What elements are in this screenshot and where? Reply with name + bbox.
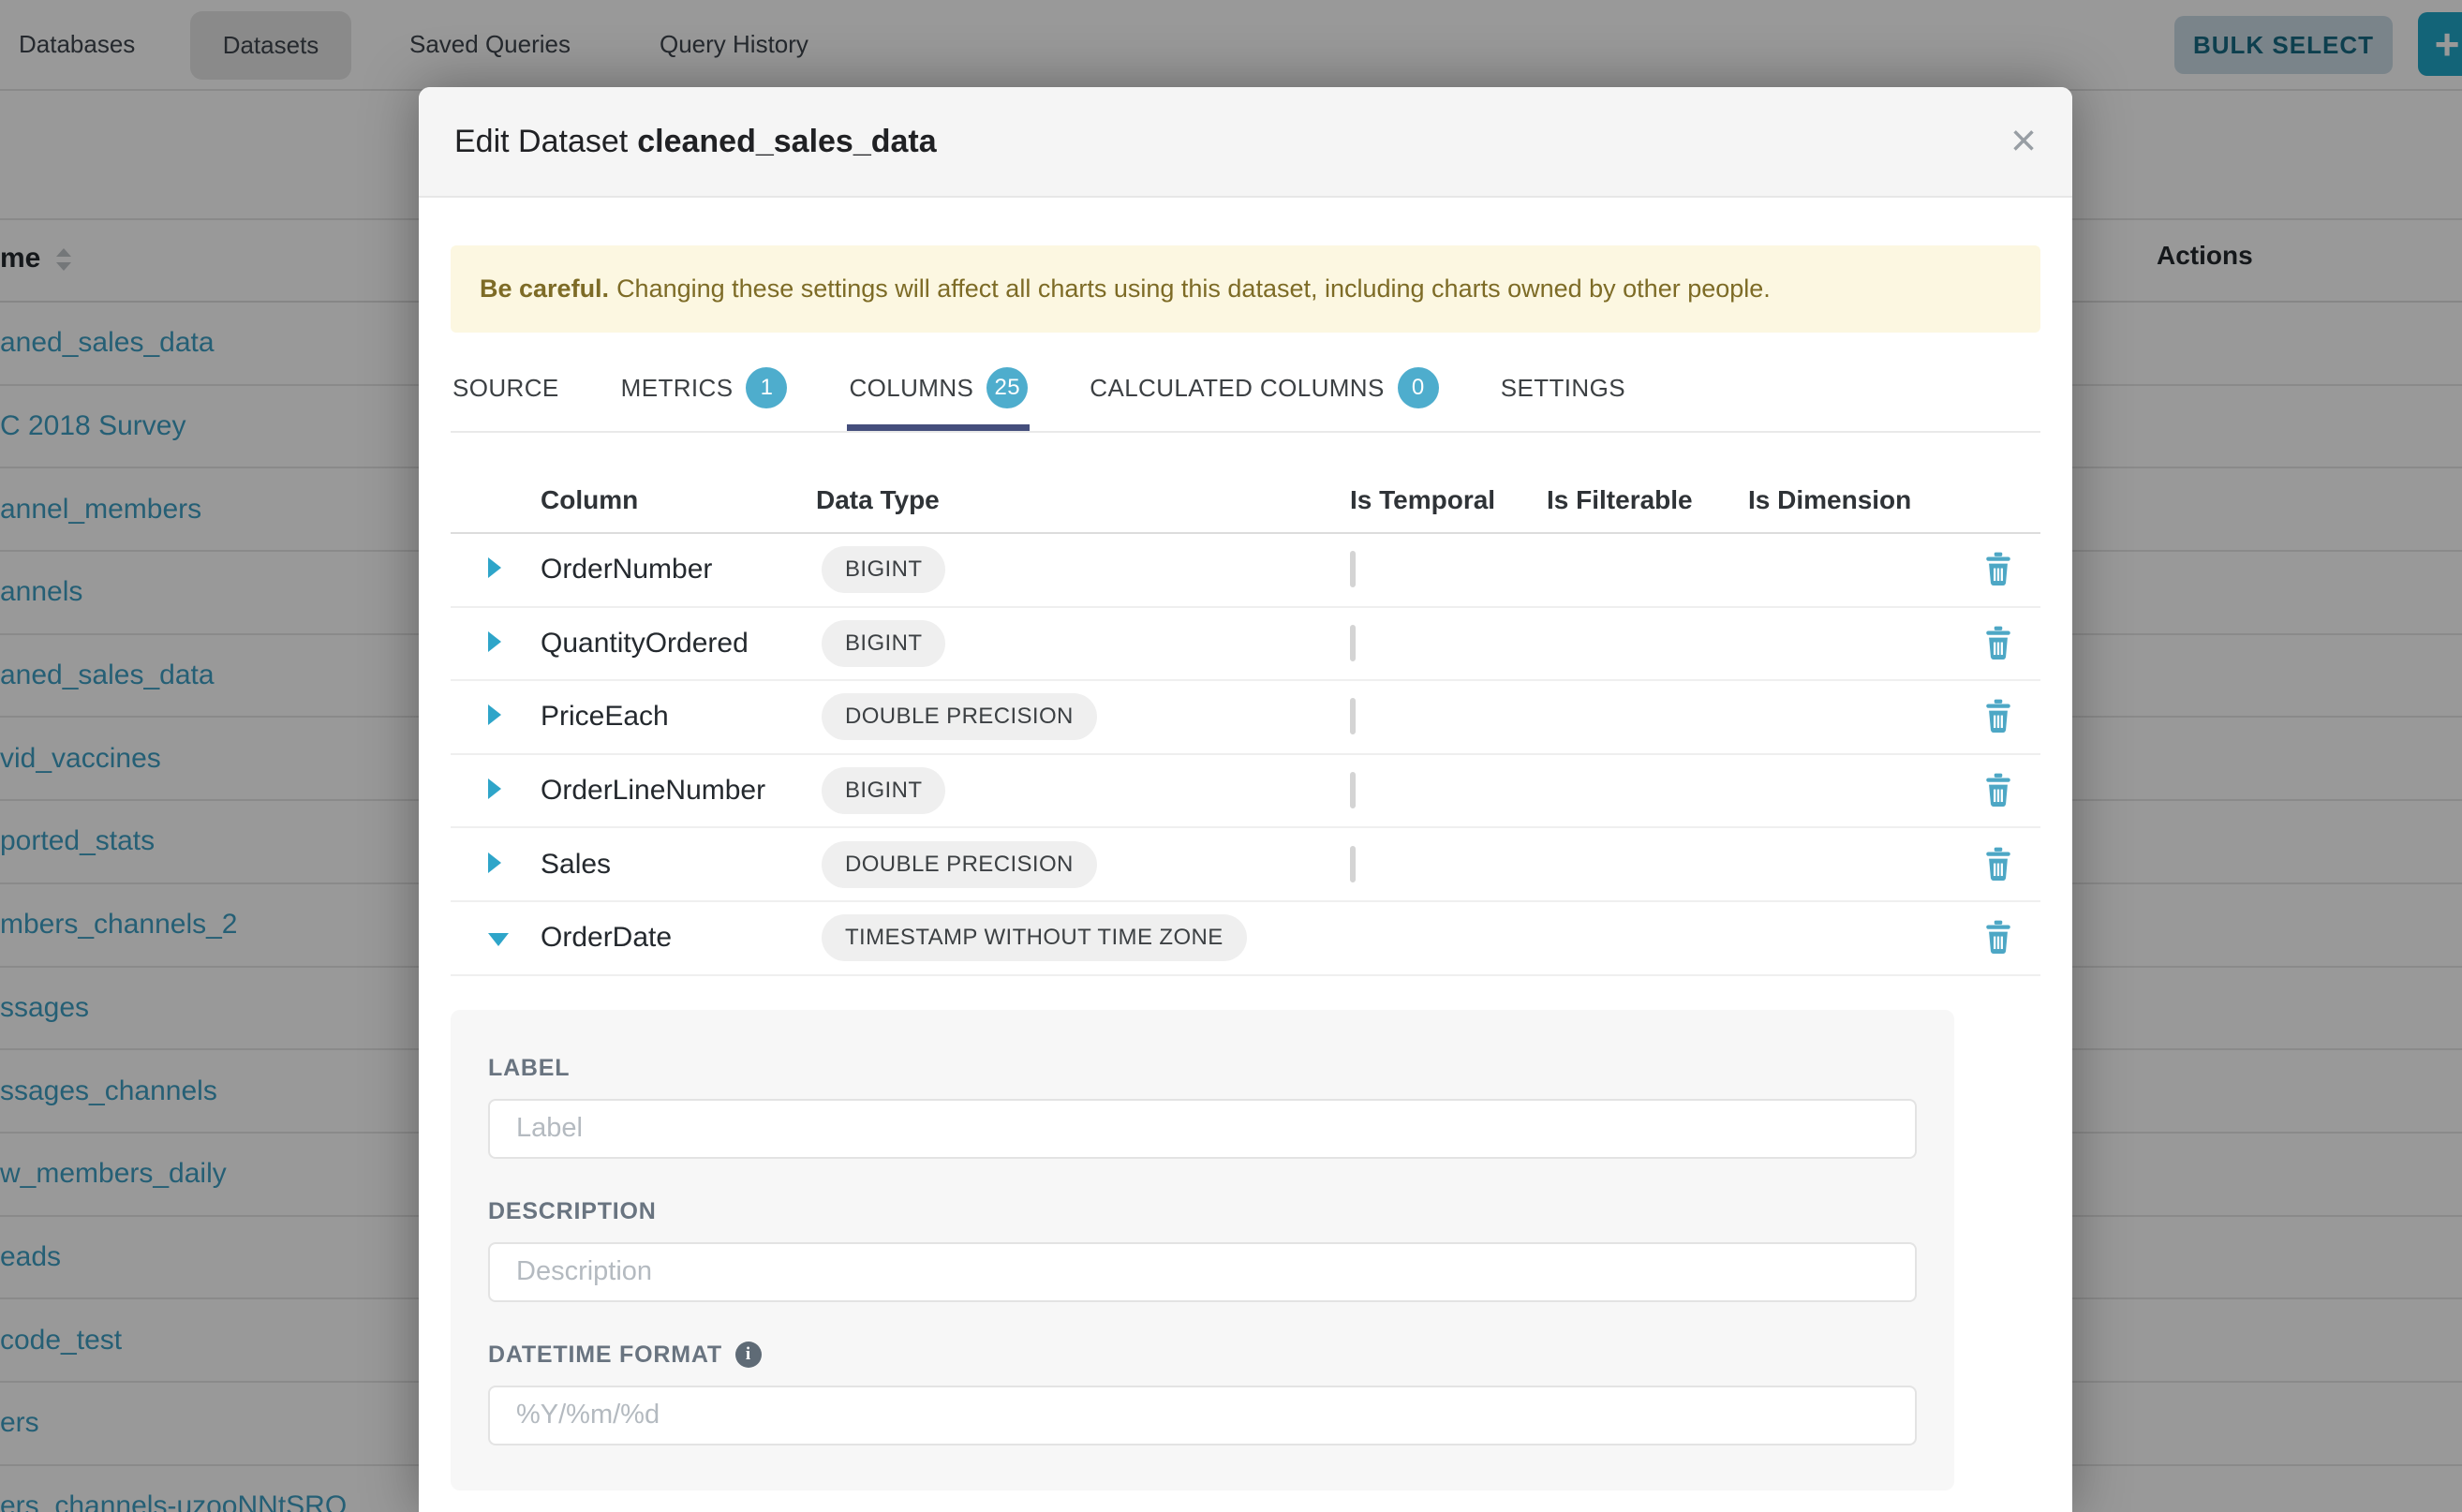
trash-icon[interactable] bbox=[1982, 699, 2014, 734]
tab-count-badge: 0 bbox=[1398, 367, 1439, 408]
data-type-header: Data Type bbox=[808, 485, 1342, 515]
tab-count-badge: 1 bbox=[746, 367, 787, 408]
trash-icon[interactable] bbox=[1982, 626, 2014, 661]
data-type-pill: DOUBLE PRECISION bbox=[822, 693, 1097, 740]
expand-caret-icon[interactable] bbox=[488, 852, 501, 873]
tab-label: SOURCE bbox=[452, 374, 559, 403]
form-field: DESCRIPTION bbox=[488, 1198, 1917, 1302]
tab-settings[interactable]: SETTINGS bbox=[1499, 356, 1627, 431]
data-type-pill: BIGINT bbox=[822, 620, 945, 667]
modal-title-prefix: Edit Dataset bbox=[454, 124, 628, 159]
column-name: Sales bbox=[511, 849, 808, 881]
text-input[interactable] bbox=[488, 1242, 1917, 1302]
form-field: DATETIME FORMAT i bbox=[488, 1342, 1917, 1445]
is-temporal-checkbox[interactable] bbox=[1350, 551, 1356, 587]
field-label: DESCRIPTION bbox=[488, 1198, 1917, 1225]
is-temporal-checkbox[interactable] bbox=[1350, 625, 1356, 661]
warning-text: Changing these settings will affect all … bbox=[616, 274, 1771, 304]
tab-columns[interactable]: COLUMNS 25 bbox=[847, 356, 1030, 431]
modal-body: Be careful. Changing these settings will… bbox=[419, 245, 2072, 1490]
column-name: OrderLineNumber bbox=[511, 775, 808, 807]
warning-bold-text: Be careful. bbox=[480, 274, 609, 304]
tab-source[interactable]: SOURCE bbox=[451, 356, 561, 431]
data-type-pill: BIGINT bbox=[822, 546, 945, 593]
column-row: QuantityOrdered BIGINT bbox=[451, 608, 2040, 682]
tabs-divider bbox=[451, 431, 2040, 433]
is-temporal-checkbox[interactable] bbox=[1350, 772, 1356, 808]
text-input[interactable] bbox=[488, 1386, 1917, 1445]
is-filterable-header: Is Filterable bbox=[1539, 485, 1741, 515]
column-row: OrderDate TIMESTAMP WITHOUT TIME ZONE bbox=[451, 902, 2040, 976]
column-row: Sales DOUBLE PRECISION bbox=[451, 828, 2040, 902]
is-temporal-checkbox[interactable] bbox=[1350, 698, 1356, 734]
expand-caret-icon[interactable] bbox=[488, 704, 501, 725]
tab-label: CALCULATED COLUMNS bbox=[1090, 374, 1384, 403]
tab-label: METRICS bbox=[621, 374, 734, 403]
column-row: OrderLineNumber BIGINT bbox=[451, 755, 2040, 829]
data-type-pill: BIGINT bbox=[822, 767, 945, 814]
column-row: PriceEach DOUBLE PRECISION bbox=[451, 681, 2040, 755]
trash-icon[interactable] bbox=[1982, 847, 2014, 882]
is-temporal-header: Is Temporal bbox=[1342, 485, 1539, 515]
modal-title-dataset-name: cleaned_sales_data bbox=[637, 124, 936, 159]
field-label: LABEL bbox=[488, 1055, 1917, 1082]
text-input[interactable] bbox=[488, 1099, 1917, 1159]
tab-metrics[interactable]: METRICS 1 bbox=[619, 356, 790, 431]
trash-icon[interactable] bbox=[1982, 773, 2014, 808]
columns-table-body: OrderNumber BIGINT bbox=[451, 534, 2040, 976]
modal-tabs: SOURCE METRICS 1 COLUMNS 25 CALCULATED C… bbox=[451, 356, 2040, 431]
tab-label: SETTINGS bbox=[1501, 374, 1625, 403]
is-temporal-checkbox[interactable] bbox=[1350, 846, 1356, 882]
expand-caret-icon[interactable] bbox=[488, 778, 501, 799]
column-header: Column bbox=[511, 485, 808, 515]
modal-header: Edit Dataset cleaned_sales_data × bbox=[419, 87, 2072, 198]
column-name: PriceEach bbox=[511, 701, 808, 733]
columns-table-header: Column Data Type Is Temporal Is Filterab… bbox=[451, 468, 2040, 534]
column-name: OrderDate bbox=[511, 922, 808, 954]
trash-icon[interactable] bbox=[1982, 552, 2014, 587]
close-icon[interactable]: × bbox=[2010, 119, 2037, 164]
tab-label: COLUMNS bbox=[849, 374, 973, 403]
warning-banner: Be careful. Changing these settings will… bbox=[451, 245, 2040, 333]
column-name: QuantityOrdered bbox=[511, 628, 808, 660]
tab-count-badge: 25 bbox=[986, 367, 1028, 408]
tab-calculated-columns[interactable]: CALCULATED COLUMNS 0 bbox=[1088, 356, 1440, 431]
column-detail-panel: LABEL DESCRIPTION DATETIME FORMAT i bbox=[451, 1010, 1954, 1490]
column-row: OrderNumber BIGINT bbox=[451, 534, 2040, 608]
column-name: OrderNumber bbox=[511, 554, 808, 586]
is-dimension-header: Is Dimension bbox=[1741, 485, 1956, 515]
modal-title: Edit Dataset cleaned_sales_data bbox=[454, 124, 937, 160]
expand-caret-icon[interactable] bbox=[488, 631, 501, 652]
info-icon[interactable]: i bbox=[735, 1342, 762, 1368]
data-type-pill: DOUBLE PRECISION bbox=[822, 841, 1097, 888]
edit-dataset-modal: Edit Dataset cleaned_sales_data × Be care… bbox=[419, 87, 2072, 1512]
field-label: DATETIME FORMAT i bbox=[488, 1342, 1917, 1369]
data-type-pill: TIMESTAMP WITHOUT TIME ZONE bbox=[822, 914, 1247, 961]
expand-caret-icon[interactable] bbox=[488, 933, 509, 946]
trash-icon[interactable] bbox=[1982, 920, 2014, 956]
expand-caret-icon[interactable] bbox=[488, 557, 501, 578]
columns-table: Column Data Type Is Temporal Is Filterab… bbox=[451, 468, 2040, 976]
form-field: LABEL bbox=[488, 1055, 1917, 1159]
